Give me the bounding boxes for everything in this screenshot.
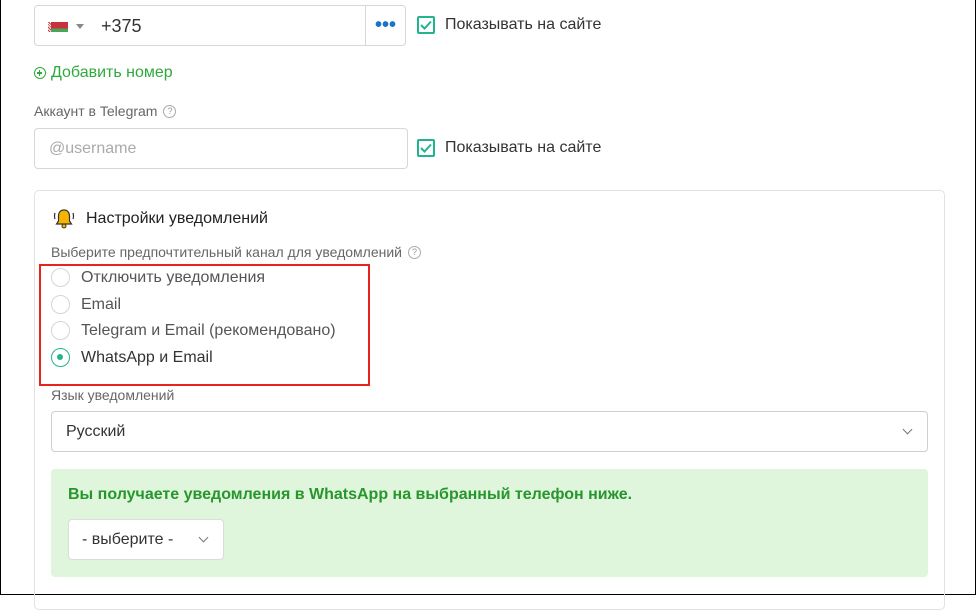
telegram-username-input[interactable] <box>34 128 408 169</box>
telegram-show-on-site-label: Показывать на сайте <box>445 139 602 156</box>
radio-button[interactable] <box>51 295 70 314</box>
phone-select-dropdown[interactable]: - выберите - <box>68 519 224 560</box>
telegram-label: Аккаунт в Telegram ? <box>34 103 177 119</box>
ellipsis-icon[interactable]: ••• <box>365 6 405 45</box>
channel-label-text: Выберите предпочтительный канал для увед… <box>51 244 402 260</box>
whatsapp-info-text: Вы получаете уведомления в WhatsApp на в… <box>68 486 633 503</box>
phone-select-value: - выберите - <box>82 531 174 548</box>
radio-option-disable[interactable]: Отключить уведомления <box>51 268 265 287</box>
phone-show-on-site-label: Показывать на сайте <box>445 16 602 33</box>
check-icon <box>420 20 432 30</box>
radio-button-selected[interactable] <box>51 348 70 367</box>
telegram-label-text: Аккаунт в Telegram <box>34 103 158 119</box>
add-number-label: Добавить номер <box>51 64 173 81</box>
radio-option-whatsapp-email[interactable]: WhatsApp и Email <box>51 348 213 367</box>
radio-label: Telegram и Email (рекомендовано) <box>81 321 336 339</box>
bell-icon <box>53 209 75 229</box>
chevron-down-icon <box>902 424 913 435</box>
check-icon <box>420 143 432 153</box>
phone-number-value[interactable]: +375 <box>101 16 142 37</box>
question-icon[interactable]: ? <box>408 245 421 259</box>
phone-show-on-site-checkbox[interactable] <box>417 16 435 34</box>
radio-label: WhatsApp и Email <box>81 348 213 366</box>
belarus-flag-icon[interactable] <box>48 22 68 32</box>
question-icon[interactable]: ? <box>163 104 177 118</box>
notification-settings-title: Настройки уведомлений <box>52 207 268 231</box>
chevron-down-icon <box>198 532 209 543</box>
phone-input-group[interactable]: +375 ••• <box>34 5 406 46</box>
language-select-value: Русский <box>66 423 126 440</box>
telegram-show-on-site[interactable]: Показывать на сайте <box>417 139 601 157</box>
language-label: Язык уведомлений <box>51 387 175 403</box>
telegram-show-on-site-checkbox[interactable] <box>417 139 435 157</box>
radio-option-telegram-email[interactable]: Telegram и Email (рекомендовано) <box>51 321 336 340</box>
language-select[interactable]: Русский <box>51 411 928 452</box>
channel-label: Выберите предпочтительный канал для увед… <box>51 244 421 260</box>
panel-title-text: Настройки уведомлений <box>86 210 268 227</box>
plus-circle-icon <box>34 67 46 79</box>
radio-button[interactable] <box>51 268 70 287</box>
caret-down-icon[interactable] <box>76 24 84 29</box>
radio-label: Email <box>81 295 122 313</box>
radio-button[interactable] <box>51 321 70 340</box>
radio-label: Отключить уведомления <box>81 268 266 286</box>
add-number-link[interactable]: Добавить номер <box>34 64 173 82</box>
radio-option-email[interactable]: Email <box>51 295 121 314</box>
phone-show-on-site[interactable]: Показывать на сайте <box>417 16 601 34</box>
